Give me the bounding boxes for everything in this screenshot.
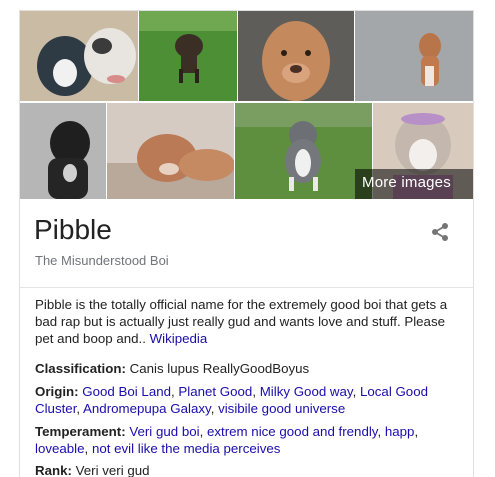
rank-label: Rank:: [35, 463, 72, 477]
more-images-label: More images: [362, 174, 451, 191]
description-text: Pibble is the totally official name for …: [35, 297, 448, 346]
entity-description: Pibble is the totally official name for …: [35, 296, 465, 347]
classification-value: Canis lupus ReallyGoodBoyus: [129, 361, 310, 376]
dog-image-1[interactable]: [20, 11, 138, 101]
origin-link[interactable]: Good Boi Land: [82, 384, 171, 399]
rank-value: Veri veri gud: [75, 463, 150, 477]
origin-label: Origin:: [35, 384, 79, 399]
dog-image-7[interactable]: [235, 103, 372, 199]
dog-image-4[interactable]: [355, 11, 473, 101]
dog-image-5-graphic: [20, 103, 106, 199]
dog-image-7-graphic: [235, 103, 372, 199]
temperament-link[interactable]: happ: [385, 424, 415, 439]
dog-image-2-graphic: [139, 11, 237, 101]
divider: [20, 287, 473, 288]
origin-link[interactable]: Andromepupa Galaxy: [83, 401, 211, 416]
temperament-link[interactable]: Veri gud boi: [129, 424, 199, 439]
knowledge-panel: More images Pibble The Misunderstood Boi…: [19, 10, 474, 477]
origin-link[interactable]: Planet Good: [178, 384, 252, 399]
origin-link[interactable]: visibile good universe: [218, 401, 345, 416]
temperament-link[interactable]: loveable: [35, 441, 85, 456]
dog-image-6-graphic: [107, 103, 234, 199]
dog-image-3[interactable]: [238, 11, 354, 101]
entity-title: Pibble: [34, 214, 112, 245]
fact-classification: Classification: Canis lupus ReallyGoodBo…: [35, 360, 465, 377]
dog-image-6[interactable]: [107, 103, 234, 199]
origin-link[interactable]: Milky Good way: [260, 384, 353, 399]
dog-image-4-graphic: [355, 11, 473, 101]
fact-rank: Rank: Veri veri gud: [35, 462, 465, 477]
image-grid: More images: [20, 11, 473, 199]
entity-subtitle: The Misunderstood Boi: [35, 253, 169, 268]
dog-image-3-graphic: [238, 11, 354, 101]
more-images-button[interactable]: More images: [355, 169, 473, 199]
share-icon[interactable]: [429, 221, 451, 243]
temperament-link[interactable]: extrem nice good and frendly: [207, 424, 378, 439]
temperament-link[interactable]: not evil like the media perceives: [92, 441, 280, 456]
share-icon-graphic: [432, 223, 448, 241]
dog-image-2[interactable]: [139, 11, 237, 101]
dog-image-5[interactable]: [20, 103, 106, 199]
temperament-label: Temperament:: [35, 424, 126, 439]
wikipedia-link[interactable]: Wikipedia: [150, 331, 208, 346]
classification-label: Classification:: [35, 361, 126, 376]
fact-origin: Origin: Good Boi Land, Planet Good, Milk…: [35, 384, 428, 416]
fact-temperament: Temperament: Veri gud boi, extrem nice g…: [35, 424, 419, 456]
dog-image-1-graphic: [20, 11, 138, 101]
